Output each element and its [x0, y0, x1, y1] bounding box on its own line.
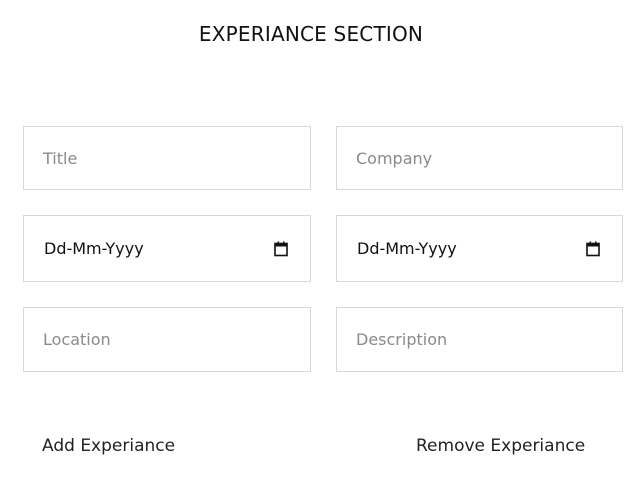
- description-input[interactable]: Description: [336, 307, 623, 372]
- location-placeholder: Location: [43, 330, 111, 349]
- start-date-input[interactable]: Dd-Mm-Yyyy: [23, 215, 311, 282]
- calendar-icon[interactable]: [586, 241, 600, 257]
- title-placeholder: Title: [43, 148, 78, 168]
- section-title: EXPERIANCE SECTION: [198, 22, 424, 46]
- end-date-value: Dd-Mm-Yyyy: [357, 239, 457, 258]
- start-date-value: Dd-Mm-Yyyy: [44, 239, 144, 258]
- description-placeholder: Description: [356, 330, 448, 349]
- remove-experience-button[interactable]: Remove Experiance: [416, 436, 585, 456]
- company-input[interactable]: Company: [336, 126, 623, 190]
- title-input[interactable]: Title: [23, 126, 311, 190]
- experience-form-page: EXPERIANCE SECTION Title Company Dd-Mm-Y…: [0, 0, 641, 479]
- location-input[interactable]: Location: [23, 307, 311, 372]
- add-experience-button[interactable]: Add Experiance: [42, 436, 175, 456]
- calendar-icon[interactable]: [274, 241, 288, 257]
- company-placeholder: Company: [356, 148, 433, 168]
- end-date-input[interactable]: Dd-Mm-Yyyy: [336, 215, 623, 282]
